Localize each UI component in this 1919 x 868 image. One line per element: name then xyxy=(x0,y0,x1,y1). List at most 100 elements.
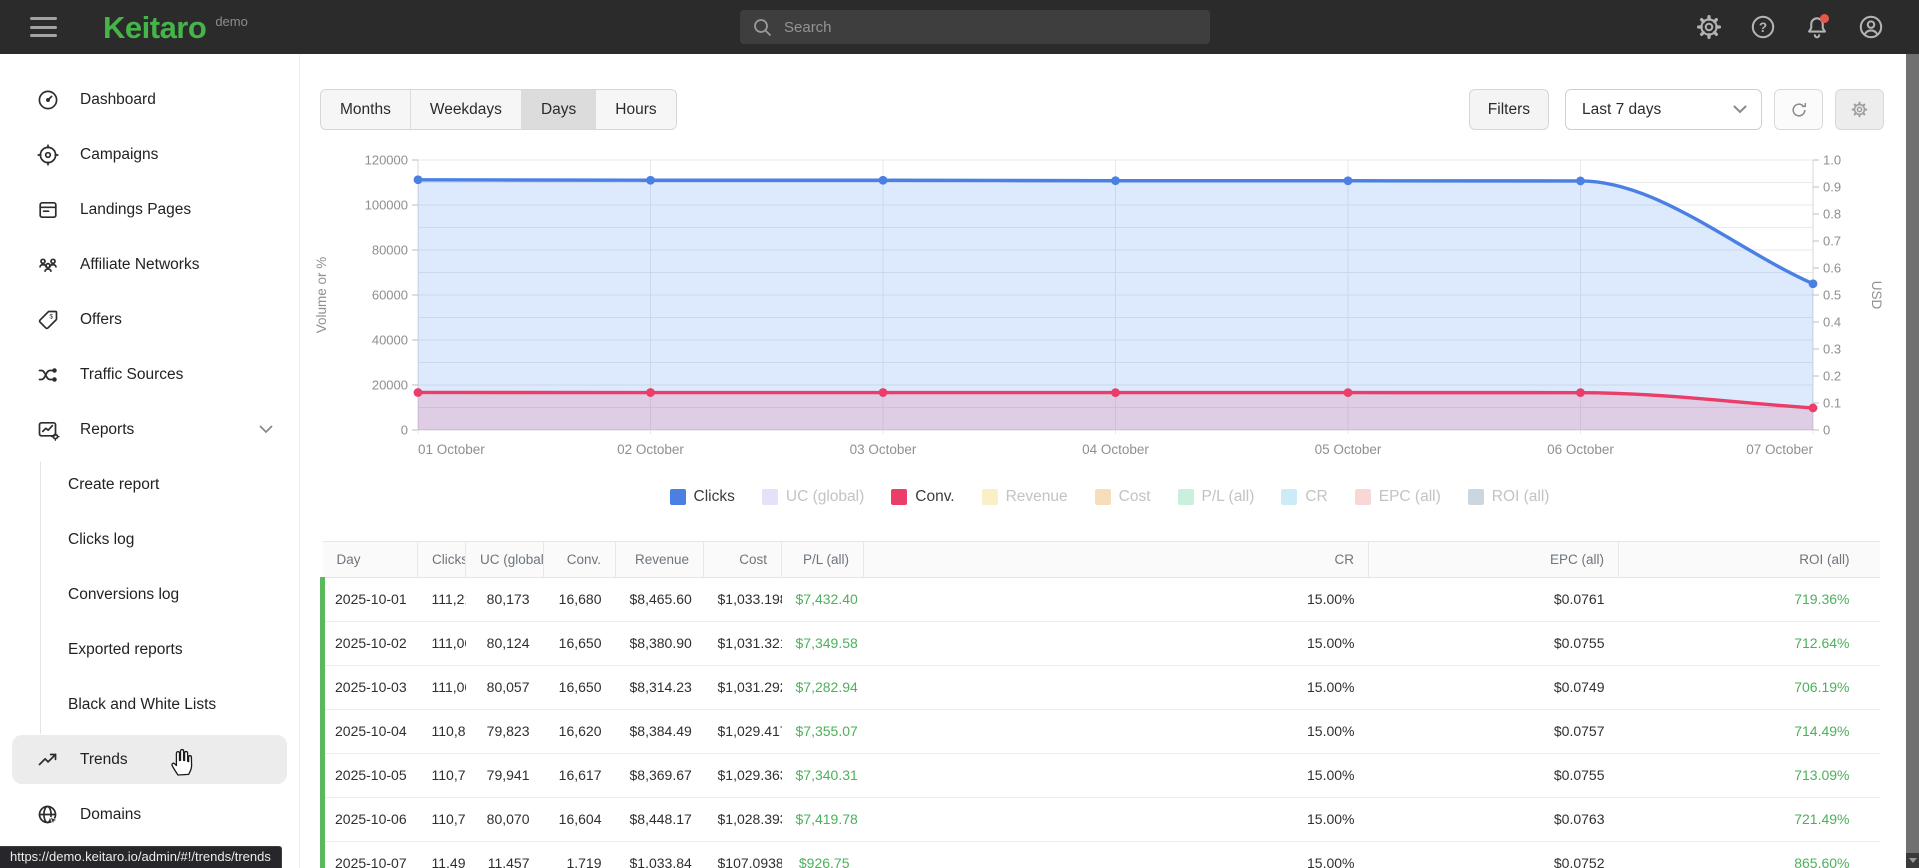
legend-item-roi-all-[interactable]: ROI (all) xyxy=(1467,488,1550,506)
tab-days[interactable]: Days xyxy=(520,90,596,129)
table-header: Day Clicks UC (global) Conv. Revenue Cost P/L … xyxy=(322,541,1880,578)
svg-text:20000: 20000 xyxy=(372,378,408,393)
sidebar-item-exported-reports[interactable]: Exported reports xyxy=(0,622,299,677)
menu-toggle-icon[interactable] xyxy=(30,17,57,37)
affiliate-icon xyxy=(36,253,60,277)
sidebar-item-offers[interactable]: $ Offers xyxy=(0,292,299,347)
granularity-tabs: Months Weekdays Days Hours xyxy=(320,89,677,130)
cell-clicks: 11,49 xyxy=(417,841,466,868)
tab-months[interactable]: Months xyxy=(321,90,410,129)
notifications-icon[interactable] xyxy=(1804,14,1830,40)
sidebar-item-label: Landings Pages xyxy=(80,200,192,218)
legend-item-revenue[interactable]: Revenue xyxy=(981,488,1068,506)
table-row: 2025-10-01111,2180,17316,680$8,465.60$1,… xyxy=(320,577,1880,622)
settings-icon[interactable] xyxy=(1696,14,1722,40)
cell-clicks: 110,80 xyxy=(417,709,466,754)
column-header-p-l-all-[interactable]: P/L (all) xyxy=(781,541,864,578)
sidebar-item-domains[interactable]: Domains xyxy=(0,787,299,842)
column-header-cost[interactable]: Cost xyxy=(703,541,782,578)
brand[interactable]: Keitaro demo xyxy=(103,12,248,43)
sidebar-item-label: Clicks log xyxy=(68,530,135,548)
svg-text:0.7: 0.7 xyxy=(1823,234,1841,249)
env-label: demo xyxy=(215,13,248,29)
sidebar-item-landings-pages[interactable]: Landings Pages xyxy=(0,182,299,237)
cell-filler xyxy=(1863,797,1880,842)
sidebar-item-label: Trends xyxy=(80,750,128,768)
refresh-icon xyxy=(1791,102,1806,117)
legend-item-cost[interactable]: Cost xyxy=(1094,488,1151,506)
cell-conv-: 16,680 xyxy=(543,577,616,622)
legend-swatch xyxy=(1467,489,1484,505)
offers-icon: $ xyxy=(36,308,60,332)
chart-settings-button[interactable] xyxy=(1835,89,1884,130)
legend-label: Revenue xyxy=(1005,488,1068,505)
help-icon[interactable]: ? xyxy=(1750,14,1776,40)
cell-filler xyxy=(1863,577,1880,622)
sidebar-item-reports[interactable]: Reports xyxy=(0,402,299,457)
sidebar-item-create-report[interactable]: Create report xyxy=(0,457,299,512)
cell-epc-all-: $0.0757 xyxy=(1368,709,1619,754)
topbar: Keitaro demo ? xyxy=(0,0,1919,54)
svg-text:0.1: 0.1 xyxy=(1823,396,1841,411)
sidebar-item-dashboard[interactable]: Dashboard xyxy=(0,72,299,127)
legend-swatch xyxy=(1094,489,1111,505)
legend-label: UC (global) xyxy=(785,488,865,505)
column-header-epc-all-[interactable]: EPC (all) xyxy=(1368,541,1619,578)
search-input[interactable] xyxy=(784,18,1164,36)
sidebar-item-clicks-log[interactable]: Clicks log xyxy=(0,512,299,567)
svg-text:80000: 80000 xyxy=(372,243,408,258)
sidebar-item-conversions-log[interactable]: Conversions log xyxy=(0,567,299,622)
legend-label: CR xyxy=(1305,488,1328,505)
sidebar-item-affiliate-networks[interactable]: Affiliate Networks xyxy=(0,237,299,292)
cell-day: 2025-10-03 xyxy=(320,665,418,710)
sidebar-item-traffic-sources[interactable]: Traffic Sources xyxy=(0,347,299,402)
filters-button[interactable]: Filters xyxy=(1468,89,1549,130)
table-row: 2025-10-07 11,49 11,457 1,719 $1,033.84 $107.… xyxy=(320,841,1880,868)
sidebar-item-trends[interactable]: Trends xyxy=(0,732,299,787)
tab-hours[interactable]: Hours xyxy=(595,90,676,129)
legend-item-conv-[interactable]: Conv. xyxy=(891,488,955,506)
legend-label: Cost xyxy=(1118,488,1151,505)
search-bar[interactable] xyxy=(740,10,1210,44)
sidebar-item-label: Traffic Sources xyxy=(80,365,184,383)
account-icon[interactable] xyxy=(1858,14,1884,40)
column-header-uc-global-[interactable]: UC (global) xyxy=(465,541,544,578)
legend-item-cr[interactable]: CR xyxy=(1281,488,1328,506)
svg-text:05 October: 05 October xyxy=(1315,442,1382,457)
cell-uc-global-: 79,823 xyxy=(465,709,544,754)
vertical-scrollbar[interactable] xyxy=(1906,54,1919,853)
date-range-select[interactable]: Last 7 days xyxy=(1565,89,1762,130)
legend-item-epc-all-[interactable]: EPC (all) xyxy=(1354,488,1441,506)
cell-roi-all-: 714.49% xyxy=(1618,709,1864,754)
svg-text:06 October: 06 October xyxy=(1547,442,1614,457)
cell-revenue: $8,465.60 xyxy=(615,577,704,622)
cell-p-l-all-: $7,355.07 xyxy=(781,709,864,754)
cell-clicks: 110,70 xyxy=(417,797,466,842)
legend-swatch xyxy=(761,489,778,505)
column-header-roi-all-[interactable]: ROI (all) xyxy=(1618,541,1864,578)
domains-icon xyxy=(36,803,60,827)
sidebar-item-campaigns[interactable]: Campaigns xyxy=(0,127,299,182)
legend-item-clicks[interactable]: Clicks xyxy=(669,488,735,506)
refresh-button[interactable] xyxy=(1774,89,1823,130)
column-header-conv-[interactable]: Conv. xyxy=(543,541,616,578)
cell-cost: $1,029.3633 xyxy=(703,753,782,798)
svg-text:1.0: 1.0 xyxy=(1823,153,1841,168)
traffic-icon xyxy=(36,363,60,387)
legend-label: ROI (all) xyxy=(1491,488,1550,505)
svg-text:60000: 60000 xyxy=(372,288,408,303)
column-header-revenue[interactable]: Revenue xyxy=(615,541,704,578)
scrollbar-down-arrow[interactable] xyxy=(1906,853,1919,868)
column-header-cr[interactable]: CR xyxy=(863,541,1369,578)
table-row: 2025-10-03111,0080,05716,650$8,314.23$1,… xyxy=(320,665,1880,710)
cell-conv-: 16,650 xyxy=(543,665,616,710)
chevron-down-icon xyxy=(259,421,273,439)
cell-revenue: $8,369.67 xyxy=(615,753,704,798)
tab-weekdays[interactable]: Weekdays xyxy=(409,90,521,129)
column-header-clicks[interactable]: Clicks xyxy=(417,541,466,578)
legend-item-uc-global-[interactable]: UC (global) xyxy=(761,488,865,506)
column-header-day[interactable]: Day xyxy=(322,541,418,578)
legend-item-p-l-all-[interactable]: P/L (all) xyxy=(1177,488,1254,506)
sidebar-item-black-and-white-lists[interactable]: Black and White Lists xyxy=(0,677,299,732)
cell-conv-: 16,604 xyxy=(543,797,616,842)
